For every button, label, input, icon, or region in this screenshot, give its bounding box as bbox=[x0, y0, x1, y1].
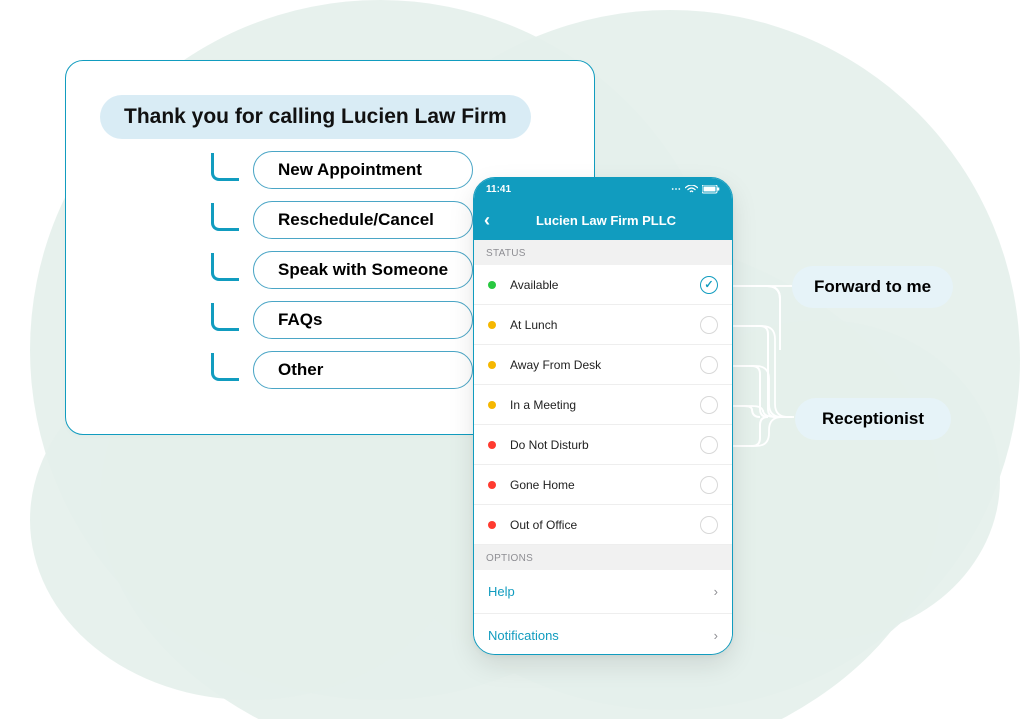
chevron-right-icon: › bbox=[714, 628, 718, 643]
menu-item-other[interactable]: Other bbox=[211, 351, 473, 389]
status-dot-icon bbox=[488, 401, 496, 409]
chevron-right-icon: › bbox=[714, 584, 718, 599]
phone-mockup: 11:41 ⋯ ‹ Lucien Law Firm PLLC STATUS Av… bbox=[473, 177, 733, 655]
status-row-at-lunch[interactable]: At Lunch bbox=[474, 305, 732, 345]
status-row-dnd[interactable]: Do Not Disturb bbox=[474, 425, 732, 465]
option-notifications[interactable]: Notifications › bbox=[474, 614, 732, 655]
radio-checked-icon: ✓ bbox=[700, 276, 718, 294]
status-dot-icon bbox=[488, 361, 496, 369]
radio-icon bbox=[700, 356, 718, 374]
status-row-gone-home[interactable]: Gone Home bbox=[474, 465, 732, 505]
status-row-meeting[interactable]: In a Meeting bbox=[474, 385, 732, 425]
menu-item-label: New Appointment bbox=[253, 151, 473, 189]
greeting-pill: Thank you for calling Lucien Law Firm bbox=[100, 95, 531, 139]
tree-connector-icon bbox=[211, 253, 239, 281]
wifi-icon bbox=[685, 185, 698, 194]
status-dot-icon bbox=[488, 481, 496, 489]
radio-icon bbox=[700, 316, 718, 334]
menu-item-label: FAQs bbox=[253, 301, 473, 339]
status-row-available[interactable]: Available ✓ bbox=[474, 265, 732, 305]
section-label-options: OPTIONS bbox=[474, 545, 732, 570]
section-label-status: STATUS bbox=[474, 240, 732, 265]
menu-item-label: Speak with Someone bbox=[253, 251, 473, 289]
menu-item-label: Other bbox=[253, 351, 473, 389]
status-label: Do Not Disturb bbox=[510, 438, 589, 452]
radio-icon bbox=[700, 516, 718, 534]
radio-icon bbox=[700, 476, 718, 494]
status-row-away[interactable]: Away From Desk bbox=[474, 345, 732, 385]
routing-forward-pill: Forward to me bbox=[792, 266, 953, 308]
menu-item-speak[interactable]: Speak with Someone bbox=[211, 251, 473, 289]
signal-icon: ⋯ bbox=[671, 184, 681, 195]
tree-connector-icon bbox=[211, 353, 239, 381]
radio-icon bbox=[700, 396, 718, 414]
phone-header: ‹ Lucien Law Firm PLLC bbox=[474, 200, 732, 240]
phone-header-title: Lucien Law Firm PLLC bbox=[500, 213, 712, 228]
menu-item-reschedule[interactable]: Reschedule/Cancel bbox=[211, 201, 473, 239]
tree-connector-icon bbox=[211, 303, 239, 331]
phone-status-icons: ⋯ bbox=[671, 184, 720, 195]
status-label: In a Meeting bbox=[510, 398, 576, 412]
status-label: Out of Office bbox=[510, 518, 577, 532]
status-label: Away From Desk bbox=[510, 358, 601, 372]
routing-receptionist-pill: Receptionist bbox=[795, 398, 951, 440]
routing-connector-lines bbox=[732, 260, 794, 460]
status-dot-icon bbox=[488, 521, 496, 529]
status-label: Gone Home bbox=[510, 478, 575, 492]
option-help[interactable]: Help › bbox=[474, 570, 732, 614]
status-label: At Lunch bbox=[510, 318, 557, 332]
tree-connector-icon bbox=[211, 153, 239, 181]
battery-icon bbox=[702, 185, 720, 194]
tree-connector-icon bbox=[211, 203, 239, 231]
option-label: Notifications bbox=[488, 628, 559, 643]
status-list: Available ✓ At Lunch Away From Desk In a… bbox=[474, 265, 732, 545]
phone-statusbar: 11:41 ⋯ bbox=[474, 178, 732, 200]
status-label: Available bbox=[510, 278, 558, 292]
status-row-out-of-office[interactable]: Out of Office bbox=[474, 505, 732, 545]
menu-item-label: Reschedule/Cancel bbox=[253, 201, 473, 239]
radio-icon bbox=[700, 436, 718, 454]
back-icon[interactable]: ‹ bbox=[484, 210, 490, 231]
menu-item-new-appointment[interactable]: New Appointment bbox=[211, 151, 473, 189]
status-dot-icon bbox=[488, 441, 496, 449]
ivr-menu-list: New Appointment Reschedule/Cancel Speak … bbox=[211, 151, 473, 389]
menu-item-faqs[interactable]: FAQs bbox=[211, 301, 473, 339]
options-list: Help › Notifications › bbox=[474, 570, 732, 655]
phone-clock: 11:41 bbox=[486, 184, 511, 195]
status-dot-icon bbox=[488, 321, 496, 329]
status-dot-icon bbox=[488, 281, 496, 289]
option-label: Help bbox=[488, 584, 515, 599]
